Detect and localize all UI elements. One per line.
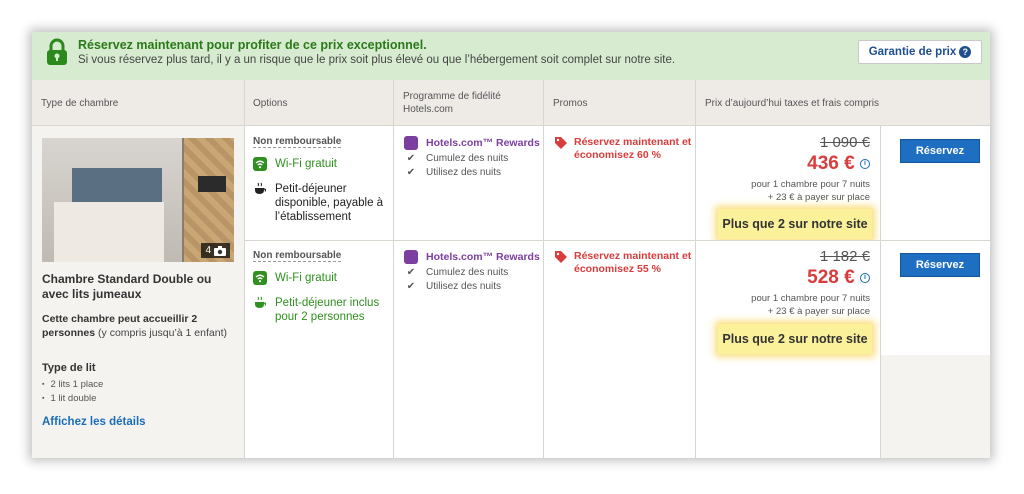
- wifi-icon: [253, 271, 267, 285]
- rewards-icon: [404, 250, 418, 264]
- price-nights: pour 1 chambre pour 7 nuits: [751, 293, 870, 304]
- info-icon[interactable]: i: [860, 273, 870, 283]
- table-header: Type de chambre Options Programme de fid…: [32, 80, 990, 126]
- rewards-brand: Hotels.com™ Rewards: [404, 136, 540, 150]
- check-icon: ✔: [406, 167, 416, 178]
- info-icon[interactable]: i: [860, 159, 870, 169]
- option-label: Wi-Fi gratuit: [275, 272, 337, 284]
- bed-type-item: 2 lits 1 place: [42, 378, 103, 392]
- price-block: 1 090 € 436 € i pour 1 chambre pour 7 nu…: [696, 134, 870, 204]
- header-loyalty: Programme de fidélité Hotels.com: [403, 80, 501, 126]
- loyalty-benefit: ✔ Cumulez des nuits: [404, 153, 540, 164]
- bed-type-heading: Type de lit: [42, 362, 96, 374]
- offer-row-2: Non remboursable Wi-Fi gratuit Petit-déj…: [244, 241, 990, 355]
- bed-type-list: 2 lits 1 place 1 lit double: [42, 378, 103, 406]
- price-nights: pour 1 chambre pour 7 nuits: [751, 179, 870, 190]
- old-price: 1 182 €: [819, 248, 870, 265]
- option-wifi: Wi-Fi gratuit: [253, 271, 337, 285]
- rewards-label: Hotels.com™ Rewards: [426, 251, 540, 263]
- check-icon: ✔: [406, 281, 416, 292]
- option-wifi: Wi-Fi gratuit: [253, 157, 337, 171]
- capacity-note: (y compris jusqu’à 1 enfant): [95, 327, 228, 339]
- header-room-type: Type de chambre: [41, 97, 119, 109]
- promo-label: Réservez maintenant et économisez 60 %: [574, 136, 692, 161]
- banner-title: Réservez maintenant pour profiter de ce …: [78, 38, 427, 52]
- current-price: 528 €: [807, 267, 855, 288]
- option-label: Wi-Fi gratuit: [275, 158, 337, 170]
- lock-icon: [47, 38, 67, 65]
- price-guarantee-label: Garantie de prix: [868, 46, 957, 58]
- room-offers-card: Réservez maintenant pour profiter de ce …: [32, 32, 990, 458]
- header-price: Prix d’aujourd’hui taxes et frais compri…: [705, 97, 879, 109]
- current-price: 436 €: [807, 153, 855, 174]
- loyalty-benefit: ✔ Utilisez des nuits: [404, 281, 540, 292]
- banner-subtitle: Si vous réservez plus tard, il y a un ri…: [78, 54, 676, 66]
- column-divider: [543, 80, 544, 458]
- loyalty-benefit: ✔ Cumulez des nuits: [404, 267, 540, 278]
- header-options: Options: [253, 97, 288, 109]
- price-block: 1 182 € 528 € i pour 1 chambre pour 7 nu…: [696, 248, 870, 318]
- scarcity-badge: Plus que 2 sur notre site: [718, 209, 872, 239]
- current-price-wrap: 436 € i: [696, 153, 870, 175]
- coffee-icon: [255, 182, 267, 194]
- price-extra-fee: + 23 € à payer sur place: [767, 306, 870, 317]
- promo: Réservez maintenant et économisez 60 %: [554, 136, 694, 162]
- option-label: Petit-déjeuner disponible, payable à l’é…: [275, 183, 384, 223]
- rewards-icon: [404, 136, 418, 150]
- scarcity-badge: Plus que 2 sur notre site: [718, 324, 872, 354]
- photo-count-badge[interactable]: 4: [201, 243, 230, 258]
- tag-icon: [555, 137, 567, 149]
- header-loyalty-line2: Hotels.com: [403, 104, 454, 115]
- camera-icon: [214, 245, 226, 256]
- current-price-wrap: 528 € i: [696, 267, 870, 289]
- help-icon: ?: [959, 46, 972, 58]
- option-label: Petit-déjeuner inclus pour 2 personnes: [275, 297, 380, 323]
- rewards-label: Hotels.com™ Rewards: [426, 137, 540, 149]
- tag-icon: [555, 251, 567, 263]
- loyalty-program: Hotels.com™ Rewards ✔ Cumulez des nuits ✔…: [404, 250, 540, 292]
- offer-row-1: Non remboursable Wi-Fi gratuit Petit-déj…: [244, 126, 990, 240]
- loyalty-benefit-label: Cumulez des nuits: [426, 153, 509, 164]
- book-button[interactable]: Réservez: [900, 139, 980, 163]
- loyalty-benefit-label: Utilisez des nuits: [426, 167, 502, 178]
- price-details: pour 1 chambre pour 7 nuits + 23 € à pay…: [696, 292, 870, 318]
- option-breakfast: Petit-déjeuner inclus pour 2 personnes: [253, 296, 393, 324]
- bed-type-item: 1 lit double: [42, 392, 103, 406]
- check-icon: ✔: [406, 267, 416, 278]
- column-divider: [695, 80, 696, 458]
- check-icon: ✔: [406, 153, 416, 164]
- coffee-icon: [255, 296, 267, 308]
- room-photo[interactable]: 4: [42, 138, 234, 262]
- promo-label: Réservez maintenant et économisez 55 %: [574, 250, 692, 275]
- photo-count: 4: [205, 245, 211, 256]
- old-price: 1 090 €: [819, 134, 870, 151]
- book-button[interactable]: Réservez: [900, 253, 980, 277]
- header-promos: Promos: [553, 97, 588, 109]
- urgency-banner: Réservez maintenant pour profiter de ce …: [32, 32, 990, 80]
- loyalty-benefit-label: Utilisez des nuits: [426, 281, 502, 292]
- cancellation-policy[interactable]: Non remboursable: [253, 250, 342, 262]
- option-breakfast: Petit-déjeuner disponible, payable à l’é…: [253, 182, 393, 224]
- room-capacity: Cette chambre peut accueillir 2 personne…: [42, 312, 238, 340]
- header-loyalty-line1: Programme de fidélité: [403, 91, 501, 102]
- room-name: Chambre Standard Double ou avec lits jum…: [42, 272, 212, 301]
- room-info-column: 4 Chambre Standard Double ou avec lits j…: [32, 126, 244, 458]
- loyalty-benefit: ✔ Utilisez des nuits: [404, 167, 540, 178]
- price-extra-fee: + 23 € à payer sur place: [767, 192, 870, 203]
- rewards-brand: Hotels.com™ Rewards: [404, 250, 540, 264]
- price-guarantee-button[interactable]: Garantie de prix ?: [858, 40, 982, 64]
- loyalty-program: Hotels.com™ Rewards ✔ Cumulez des nuits ✔…: [404, 136, 540, 178]
- loyalty-benefit-label: Cumulez des nuits: [426, 267, 509, 278]
- promo: Réservez maintenant et économisez 55 %: [554, 250, 694, 276]
- show-details-link[interactable]: Affichez les détails: [42, 416, 146, 428]
- column-divider: [880, 126, 881, 458]
- price-details: pour 1 chambre pour 7 nuits + 23 € à pay…: [696, 178, 870, 204]
- column-divider: [244, 80, 245, 458]
- wifi-icon: [253, 157, 267, 171]
- cancellation-policy[interactable]: Non remboursable: [253, 136, 342, 148]
- column-divider: [393, 80, 394, 458]
